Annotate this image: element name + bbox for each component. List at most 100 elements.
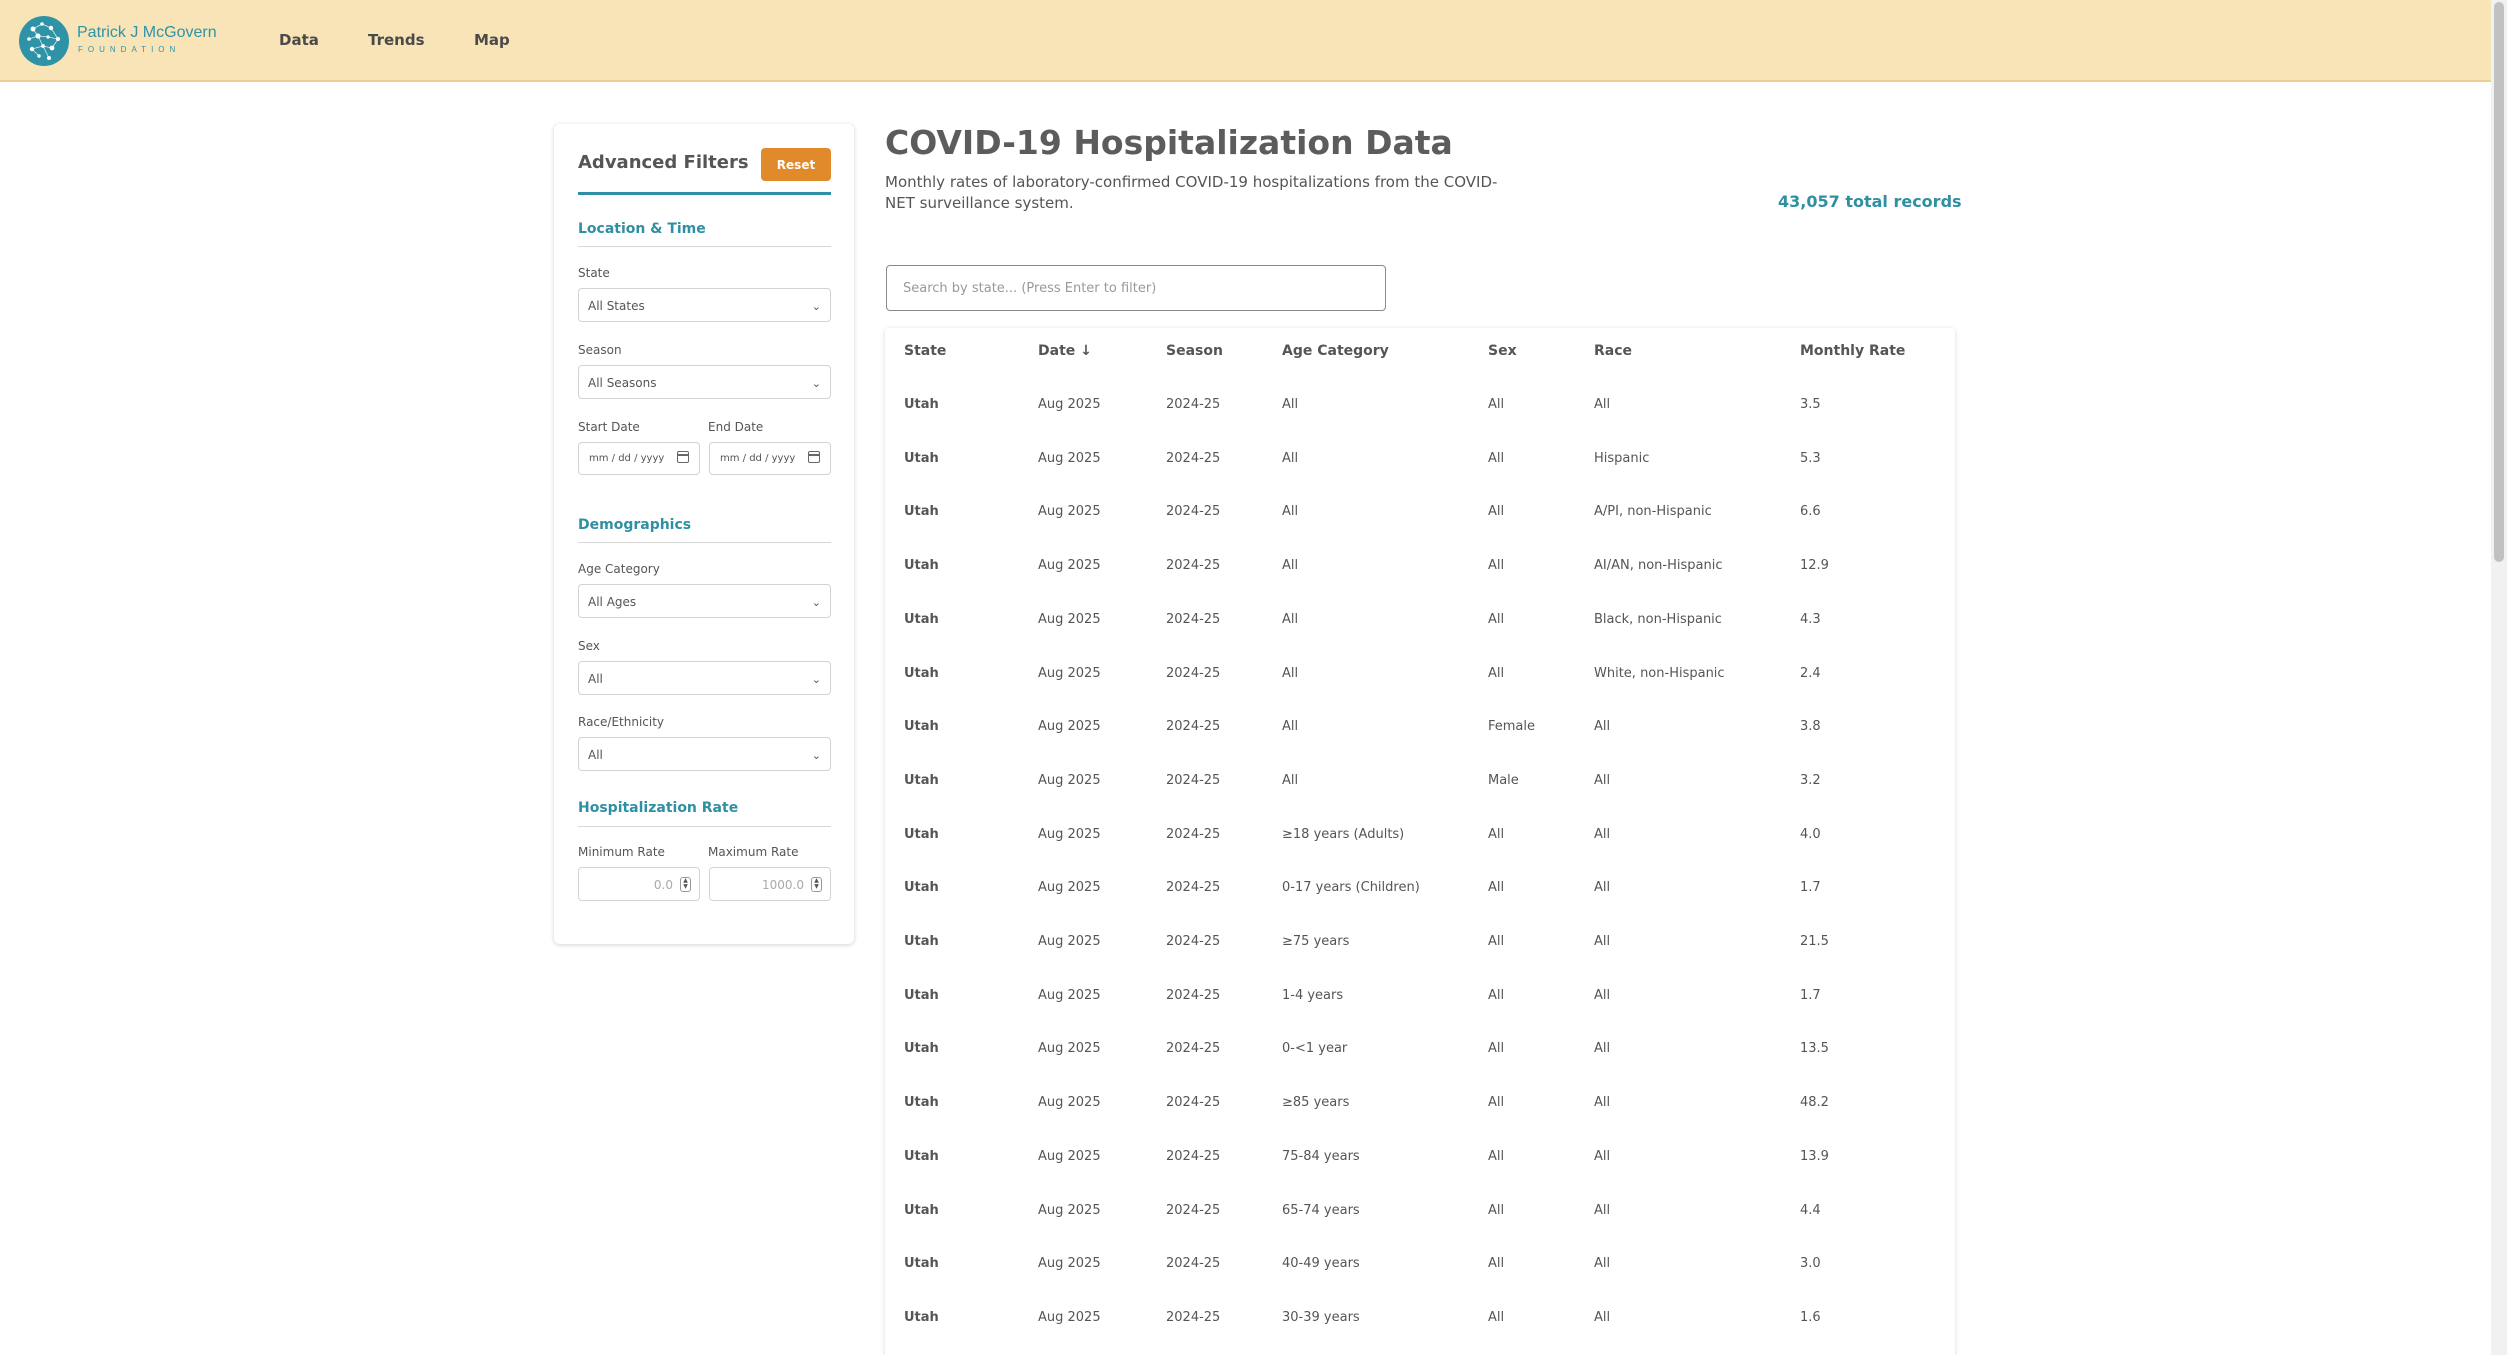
chevron-down-icon: ⌄ xyxy=(811,673,821,686)
cell-age-category: All xyxy=(1282,451,1299,466)
end-date-input[interactable]: mm / dd / yyyy xyxy=(709,442,831,475)
column-header-season[interactable]: Season xyxy=(1166,343,1223,359)
cell-race: All xyxy=(1594,880,1611,895)
cell-season: 2024-25 xyxy=(1166,773,1221,788)
cell-date: Aug 2025 xyxy=(1038,504,1101,519)
cell-age-category: 0-<1 year xyxy=(1282,1041,1348,1056)
cell-monthly-rate: 3.8 xyxy=(1800,719,1821,734)
cell-race: All xyxy=(1594,1310,1611,1325)
page-scrollbar[interactable] xyxy=(2491,0,2507,1355)
cell-sex: All xyxy=(1488,397,1505,412)
age-category-value: All Ages xyxy=(588,595,637,609)
cell-sex: Male xyxy=(1488,773,1519,788)
scrollbar-thumb[interactable] xyxy=(2494,2,2504,562)
section-title-location-time: Location & Time xyxy=(578,221,706,237)
cell-season: 2024-25 xyxy=(1166,988,1221,1003)
cell-state: Utah xyxy=(904,666,939,681)
age-category-select[interactable]: All Ages ⌄ xyxy=(578,584,831,618)
cell-race: All xyxy=(1594,988,1611,1003)
cell-season: 2024-25 xyxy=(1166,558,1221,573)
column-header-date[interactable]: Date ↓ xyxy=(1038,343,1092,359)
sex-select[interactable]: All ⌄ xyxy=(578,661,831,695)
cell-state: Utah xyxy=(904,612,939,627)
cell-race: All xyxy=(1594,1149,1611,1164)
nav-map[interactable]: Map xyxy=(474,31,510,49)
cell-state: Utah xyxy=(904,1256,939,1271)
cell-date: Aug 2025 xyxy=(1038,934,1101,949)
cell-monthly-rate: 48.2 xyxy=(1800,1095,1829,1110)
reset-button[interactable]: Reset xyxy=(761,148,831,181)
column-header-age-category[interactable]: Age Category xyxy=(1282,343,1389,359)
maximum-rate-input[interactable]: 1000.0 ▲ ▼ xyxy=(709,867,831,901)
cell-state: Utah xyxy=(904,880,939,895)
calendar-icon[interactable] xyxy=(677,451,689,463)
cell-season: 2024-25 xyxy=(1166,880,1221,895)
season-select[interactable]: All Seasons ⌄ xyxy=(578,365,831,399)
cell-monthly-rate: 2.4 xyxy=(1800,666,1821,681)
cell-age-category: 30-39 years xyxy=(1282,1310,1360,1325)
nav-data[interactable]: Data xyxy=(279,31,319,49)
column-header-state[interactable]: State xyxy=(904,343,946,359)
cell-monthly-rate: 13.5 xyxy=(1800,1041,1829,1056)
cell-state: Utah xyxy=(904,504,939,519)
cell-date: Aug 2025 xyxy=(1038,773,1101,788)
cell-sex: All xyxy=(1488,1149,1505,1164)
total-records-count: 43,057 total records xyxy=(1778,192,1962,211)
nav-trends[interactable]: Trends xyxy=(368,31,425,49)
chevron-down-icon: ⌄ xyxy=(811,377,821,390)
race-ethnicity-select[interactable]: All ⌄ xyxy=(578,737,831,771)
cell-monthly-rate: 3.0 xyxy=(1800,1256,1821,1271)
section-divider xyxy=(578,246,831,247)
section-title-demographics: Demographics xyxy=(578,517,692,533)
cell-sex: All xyxy=(1488,1095,1505,1110)
cell-date: Aug 2025 xyxy=(1038,666,1101,681)
top-navigation-bar: Patrick J McGovern FOUNDATION Data Trend… xyxy=(0,0,2507,82)
cell-race: All xyxy=(1594,1203,1611,1218)
cell-date: Aug 2025 xyxy=(1038,1149,1101,1164)
page-title: COVID-19 Hospitalization Data xyxy=(885,123,1453,162)
start-date-input[interactable]: mm / dd / yyyy xyxy=(578,442,700,475)
cell-season: 2024-25 xyxy=(1166,1310,1221,1325)
foundation-logo[interactable]: Patrick J McGovern FOUNDATION xyxy=(18,15,232,67)
cell-date: Aug 2025 xyxy=(1038,1041,1101,1056)
cell-age-category: ≥18 years (Adults) xyxy=(1282,827,1405,842)
state-search-input[interactable] xyxy=(886,265,1386,311)
state-select[interactable]: All States ⌄ xyxy=(578,288,831,322)
cell-season: 2024-25 xyxy=(1166,451,1221,466)
spinner-icon[interactable]: ▲ ▼ xyxy=(680,877,691,892)
minimum-rate-value: 0.0 xyxy=(653,878,673,892)
start-date-label: Start Date xyxy=(578,420,640,434)
spinner-icon[interactable]: ▲ ▼ xyxy=(811,877,822,892)
cell-season: 2024-25 xyxy=(1166,1095,1221,1110)
cell-date: Aug 2025 xyxy=(1038,1310,1101,1325)
cell-monthly-rate: 1.6 xyxy=(1800,1310,1821,1325)
cell-age-category: All xyxy=(1282,504,1299,519)
cell-state: Utah xyxy=(904,558,939,573)
cell-race: Black, non-Hispanic xyxy=(1594,612,1722,627)
cell-age-category: 65-74 years xyxy=(1282,1203,1360,1218)
age-category-label: Age Category xyxy=(578,562,660,576)
cell-monthly-rate: 21.5 xyxy=(1800,934,1829,949)
cell-state: Utah xyxy=(904,451,939,466)
cell-season: 2024-25 xyxy=(1166,1041,1221,1056)
cell-season: 2024-25 xyxy=(1166,934,1221,949)
column-header-race[interactable]: Race xyxy=(1594,343,1632,359)
cell-state: Utah xyxy=(904,827,939,842)
cell-state: Utah xyxy=(904,1041,939,1056)
minimum-rate-input[interactable]: 0.0 ▲ ▼ xyxy=(578,867,700,901)
calendar-icon[interactable] xyxy=(808,451,820,463)
maximum-rate-value: 1000.0 xyxy=(762,878,804,892)
column-header-monthly-rate[interactable]: Monthly Rate xyxy=(1800,343,1905,359)
cell-season: 2024-25 xyxy=(1166,397,1221,412)
cell-age-category: All xyxy=(1282,397,1299,412)
cell-season: 2024-25 xyxy=(1166,1149,1221,1164)
column-header-sex[interactable]: Sex xyxy=(1488,343,1517,359)
cell-monthly-rate: 6.6 xyxy=(1800,504,1821,519)
cell-date: Aug 2025 xyxy=(1038,719,1101,734)
cell-sex: All xyxy=(1488,558,1505,573)
cell-sex: All xyxy=(1488,504,1505,519)
cell-sex: All xyxy=(1488,1310,1505,1325)
cell-sex: All xyxy=(1488,988,1505,1003)
race-ethnicity-value: All xyxy=(588,748,603,762)
cell-sex: All xyxy=(1488,827,1505,842)
